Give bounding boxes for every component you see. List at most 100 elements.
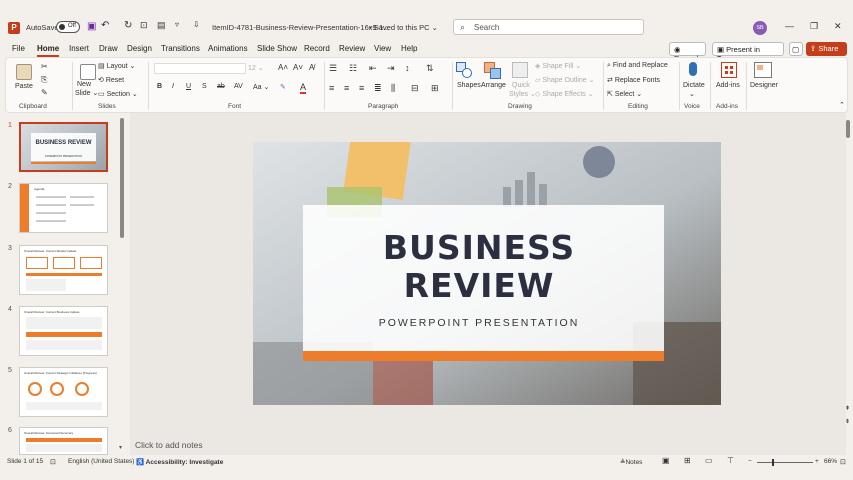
present-in-teams-button[interactable]: ▣ Present in Teams (712, 42, 784, 63)
fit-to-window-icon[interactable]: ⊡ (840, 458, 846, 466)
quick-styles-icon[interactable] (512, 62, 528, 78)
zoom-slider[interactable] (757, 459, 813, 466)
spellcheck-icon[interactable]: ⊡ (50, 458, 56, 466)
thumbnails-scrollbar[interactable] (120, 118, 124, 238)
align-text-icon[interactable]: ⊟ (411, 83, 419, 94)
save-icon[interactable]: ▣ (87, 21, 96, 32)
shapes-button[interactable]: Shapes (457, 82, 481, 89)
select-button[interactable]: ⇱ Select ⌄ (607, 90, 642, 98)
thumbnail-slide-6[interactable]: Overall Review: Scorecard Summary (19, 427, 108, 455)
columns-icon[interactable]: ⫼ (391, 83, 395, 94)
tab-insert[interactable]: Insert (69, 44, 89, 53)
cut-icon[interactable]: ✂ (41, 62, 48, 71)
zoom-level[interactable]: 66% (824, 458, 837, 465)
decrease-indent-icon[interactable]: ⇤ (369, 63, 377, 74)
minimize-icon[interactable]: — (785, 21, 794, 31)
change-case-icon[interactable]: Aa ⌄ (253, 83, 269, 91)
paste-button[interactable]: Paste (15, 83, 33, 90)
redo-icon[interactable]: ↻ (124, 20, 132, 31)
notes-button[interactable]: ≜Notes (620, 458, 642, 466)
language-status[interactable]: English (United States) (68, 458, 134, 465)
reading-view-icon[interactable]: ▭ (705, 456, 713, 465)
tab-slide-show[interactable]: Slide Show (257, 44, 297, 53)
record-button[interactable]: ◉ Record (669, 42, 706, 63)
microphone-icon[interactable] (689, 62, 697, 76)
quick-styles-label-2[interactable]: Styles ⌄ (509, 90, 536, 98)
dictate-dropdown-icon[interactable]: ⌄ (689, 90, 695, 98)
restore-icon[interactable]: ❐ (810, 21, 818, 32)
shape-effects-button[interactable]: ◇ Shape Effects ⌄ (535, 90, 594, 98)
tab-record[interactable]: Record (304, 44, 330, 53)
replace-fonts-button[interactable]: ⇄ Replace Fonts (607, 76, 660, 84)
new-slide-label-2[interactable]: Slide ⌄ (75, 89, 98, 97)
tab-animations[interactable]: Animations (208, 44, 248, 53)
close-icon[interactable]: ✕ (834, 21, 842, 32)
thumbnail-slide-3[interactable]: Overall Review: Current Market Update (19, 245, 108, 295)
layout-button[interactable]: ▤ Layout ⌄ (98, 62, 135, 70)
increase-font-icon[interactable]: A˄ (278, 63, 288, 72)
highlight-icon[interactable]: ✎ (280, 83, 286, 91)
prev-slide-icon[interactable]: ⇞ (845, 405, 850, 412)
designer-icon[interactable] (754, 62, 772, 78)
reset-button[interactable]: ⟲ Reset (98, 76, 124, 84)
align-left-icon[interactable]: ≡ (329, 83, 334, 93)
save-status[interactable]: • Saved to this PC ⌄ (369, 23, 438, 32)
undo-icon[interactable]: ↶ (101, 20, 109, 31)
clear-format-icon[interactable]: A̸ (309, 63, 314, 72)
autosave-toggle[interactable]: Off (56, 21, 80, 33)
font-family-dropdown[interactable] (154, 63, 246, 74)
font-size-dropdown[interactable]: 12 ⌄ (248, 64, 274, 72)
avatar[interactable]: SB (753, 21, 767, 35)
quick-styles-label[interactable]: Quick (512, 82, 530, 89)
font-color-icon[interactable]: A (300, 82, 307, 94)
thumbnail-slide-5[interactable]: Overall Review: Current Strategic Initia… (19, 367, 108, 417)
dictate-button[interactable]: Dictate (683, 82, 705, 89)
new-slide-label[interactable]: New (77, 81, 91, 88)
new-slide-icon[interactable] (80, 64, 96, 80)
tab-transitions[interactable]: Transitions (161, 44, 200, 53)
tab-review[interactable]: Review (339, 44, 365, 53)
slideshow-view-icon[interactable]: ⊤ (727, 456, 734, 465)
paste-icon[interactable] (16, 64, 32, 80)
arrange-button[interactable]: Arrange (481, 82, 506, 89)
notes-placeholder[interactable]: Click to add notes (135, 440, 203, 450)
addins-button[interactable]: Add-ins (716, 82, 740, 89)
more-icon[interactable]: ⇩ (193, 20, 200, 29)
tab-view[interactable]: View (374, 44, 391, 53)
tab-design[interactable]: Design (127, 44, 152, 53)
vertical-scrollbar[interactable] (846, 118, 851, 440)
justify-icon[interactable]: ≣ (374, 83, 382, 94)
strikethrough-icon[interactable]: ab (217, 83, 225, 90)
comments-icon[interactable]: ▢ (789, 42, 803, 56)
smartart-icon[interactable]: ⊞ (431, 83, 439, 94)
find-replace-button[interactable]: ⌕ Find and Replace (607, 62, 668, 70)
shapes-icon[interactable] (456, 62, 472, 78)
tab-home[interactable]: Home (37, 44, 59, 53)
line-spacing-icon[interactable]: ↕ (405, 63, 410, 73)
next-slide-icon[interactable]: ⇟ (845, 418, 850, 425)
align-right-icon[interactable]: ≡ (359, 83, 364, 93)
format-painter-icon[interactable]: ✎ (41, 88, 48, 97)
zoom-slider-thumb[interactable] (772, 459, 774, 466)
copy-icon[interactable]: ⎘ (41, 75, 47, 85)
increase-indent-icon[interactable]: ⇥ (387, 63, 395, 74)
text-direction-icon[interactable]: ⇅ (426, 63, 434, 74)
underline-icon[interactable]: U (186, 83, 191, 90)
slide-sorter-icon[interactable]: ⊞ (684, 456, 691, 465)
designer-button[interactable]: Designer (750, 82, 778, 89)
present-from-beginning-icon[interactable]: ⊡ (140, 20, 148, 31)
arrange-icon[interactable] (484, 62, 502, 80)
collapse-ribbon-icon[interactable]: ⌃ (839, 101, 845, 109)
bullets-icon[interactable]: ☰ (329, 63, 337, 74)
shape-outline-button[interactable]: ▱ Shape Outline ⌄ (535, 76, 595, 84)
tab-help[interactable]: Help (401, 44, 417, 53)
tab-draw[interactable]: Draw (99, 44, 118, 53)
slideshow-icon[interactable]: ▤ (157, 20, 166, 31)
normal-view-icon[interactable]: ▣ (662, 456, 670, 465)
share-button[interactable]: ⇪ Share ⌄ (806, 42, 847, 62)
search-box[interactable]: ⌕ Search (453, 19, 644, 35)
shadow-icon[interactable]: S (202, 83, 207, 90)
italic-icon[interactable]: I (172, 83, 174, 90)
thumbnail-slide-4[interactable]: Overall Review: Current Business Update (19, 306, 108, 356)
scroll-down-icon[interactable]: ▾ (119, 444, 122, 451)
